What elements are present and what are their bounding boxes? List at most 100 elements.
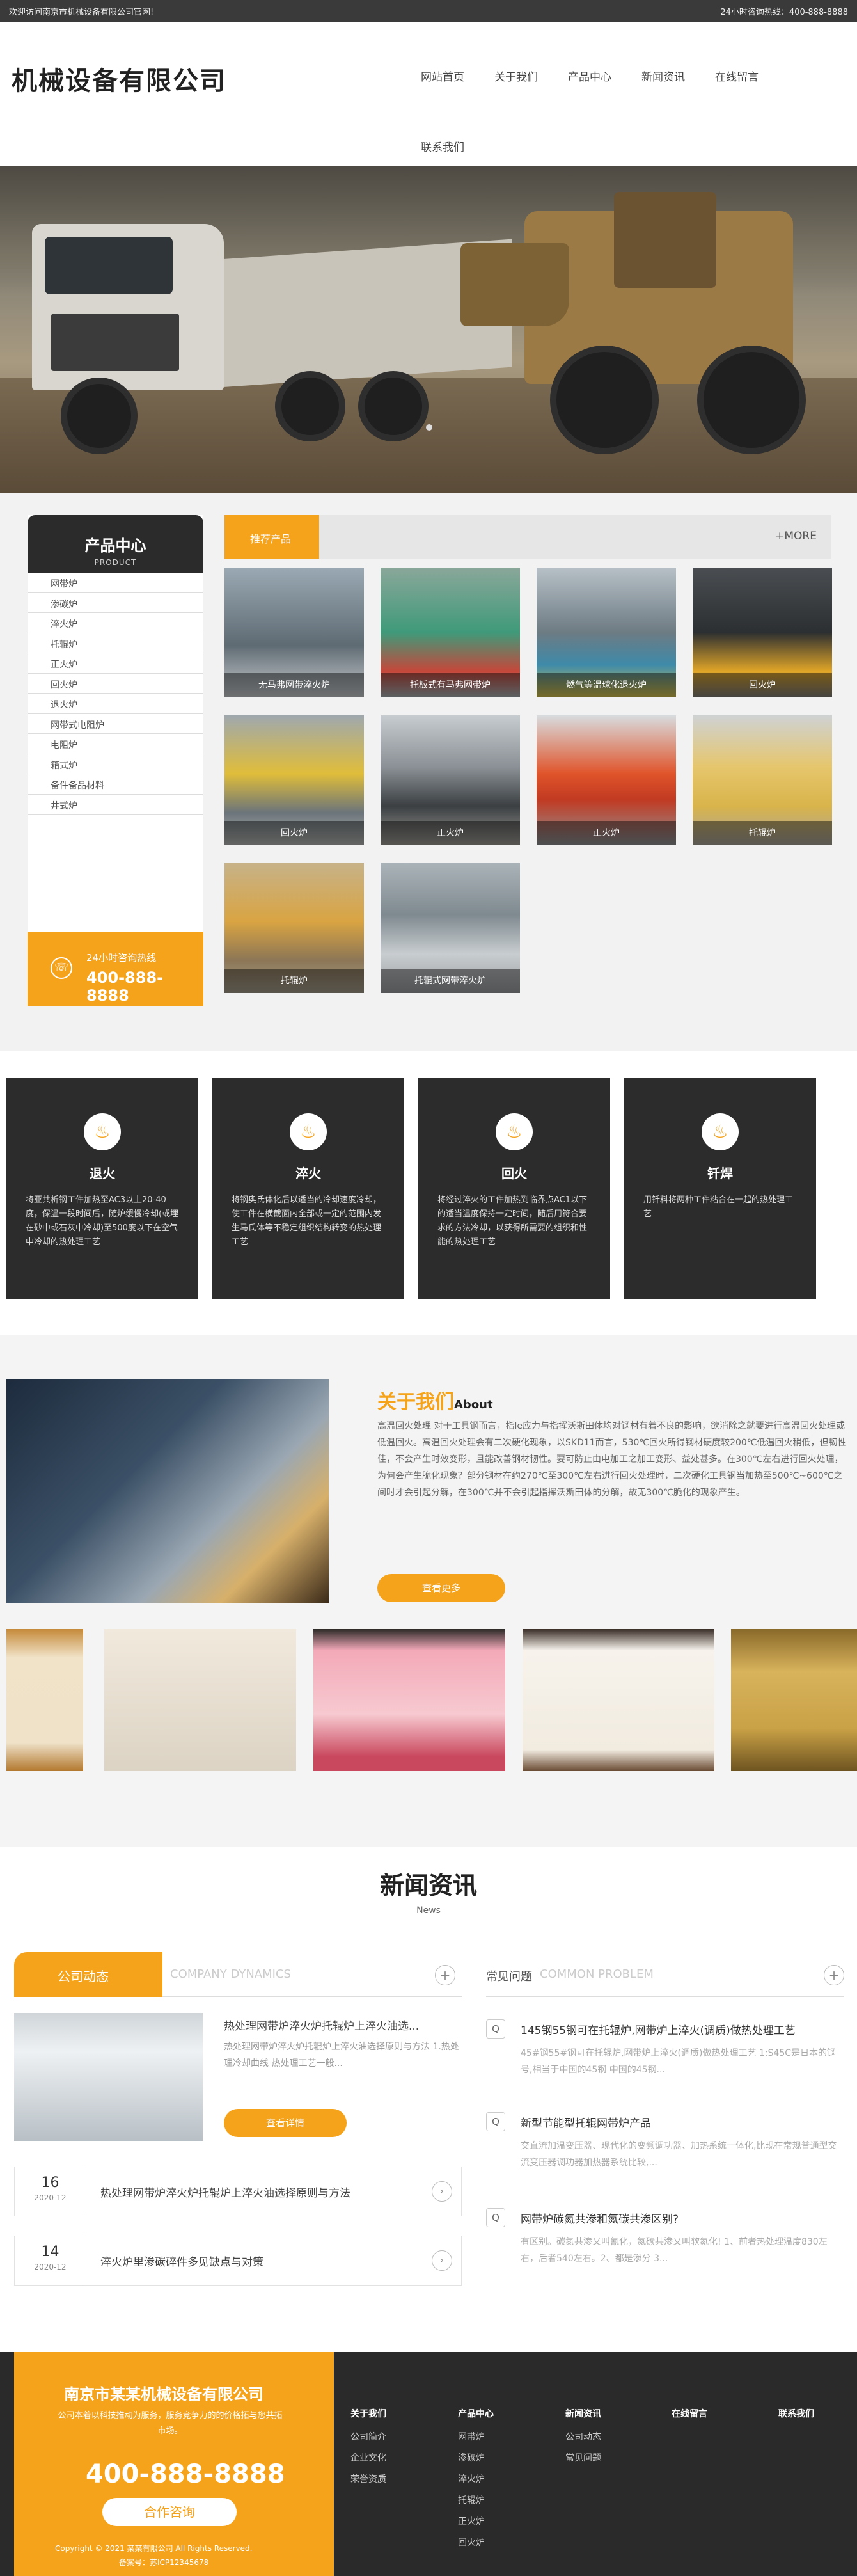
footer-link[interactable]: 正火炉 <box>458 2515 494 2536</box>
footer-link[interactable]: 渗碳炉 <box>458 2451 494 2472</box>
hero-banner[interactable] <box>0 166 857 493</box>
sidebar-item[interactable]: 正火炉 <box>28 653 203 674</box>
process-card-quenching[interactable]: ♨ 淬火 将钢奥氏体化后以适当的冷却速度冷却，使工件在横截面内全部或一定的范围内… <box>212 1078 404 1299</box>
faq-answer: 有区别。碳氮共渗又叫氰化，氮碳共渗又叫软氮化! 1、前者热处理温度830左右，后… <box>521 2237 828 2264</box>
certificate-image[interactable] <box>313 1629 505 1771</box>
news-title: 淬火炉里渗碳碎件多见缺点与对策 <box>100 2256 263 2269</box>
product-card[interactable]: 燃气等温球化退火炉 <box>537 568 676 697</box>
copyright: Copyright © 2021 某某有限公司 All Rights Reser… <box>55 2544 253 2553</box>
footer-link[interactable]: 公司简介 <box>350 2430 386 2451</box>
product-card[interactable]: 托辊炉 <box>224 863 364 993</box>
site-logo[interactable]: 机械设备有限公司 <box>12 60 226 97</box>
product-caption: 无马弗网带淬火炉 <box>224 673 364 697</box>
about-text: 高温回火处理 对于工具钢而言，指le应力与指挥沃斯田体均对钢材有着不良的影响，欲… <box>377 1421 847 1498</box>
about-section: 关于我们About 高温回火处理 对于工具钢而言，指le应力与指挥沃斯田体均对钢… <box>0 1335 857 1847</box>
product-card[interactable]: 正火炉 <box>537 715 676 845</box>
featured-news-image[interactable] <box>14 2013 203 2141</box>
product-card[interactable]: 托辊式网带淬火炉 <box>381 863 520 993</box>
featured-news-desc: 热处理网带炉淬火炉托辊炉上淬火油选择原则与方法 1.热处理冷却曲线 热处理工艺一… <box>224 2042 459 2069</box>
icp-number[interactable]: 备案号：苏ICP12345678 <box>119 2557 208 2568</box>
product-card[interactable]: 回火炉 <box>224 715 364 845</box>
sidebar-item[interactable]: 淬火炉 <box>28 613 203 633</box>
about-title-en: About <box>454 1398 493 1411</box>
sidebar-hotline: ☏ 24小时咨询热线 400-888-8888 <box>28 932 203 1006</box>
product-card[interactable]: 无马弗网带淬火炉 <box>224 568 364 697</box>
tab-company-dynamics-en: COMPANY DYNAMICS <box>170 1968 291 1981</box>
sidebar-item[interactable]: 网带炉 <box>28 573 203 593</box>
sidebar-item[interactable]: 回火炉 <box>28 674 203 694</box>
nav-home[interactable]: 网站首页 <box>421 68 464 84</box>
footer-link[interactable]: 荣誉资质 <box>350 2472 386 2493</box>
sidebar-item[interactable]: 退火炉 <box>28 694 203 714</box>
footer-link[interactable]: 网带炉 <box>458 2430 494 2451</box>
tab-common-problem[interactable]: 常见问题 <box>486 1968 532 1984</box>
process-card-brazing[interactable]: ♨ 钎焊 用钎料将两种工件粘合在一起的热处理工艺 <box>624 1078 816 1299</box>
news-row[interactable]: 16 2020-12 热处理网带炉淬火炉托辊炉上淬火油选择原则与方法 › <box>14 2167 462 2216</box>
nav-products[interactable]: 产品中心 <box>568 68 611 84</box>
faq-answer: 交直流加温变压器、现代化的变频调功器、加热系统一体化,比现在常规普通型交流变压器… <box>521 2141 837 2168</box>
chevron-right-icon[interactable]: › <box>432 2181 452 2202</box>
sidebar-item[interactable]: 网带式电阻炉 <box>28 714 203 734</box>
faq-tabbar: 常见问题 COMMON PROBLEM + <box>486 1952 844 1997</box>
process-card-annealing[interactable]: ♨ 退火 将亚共析钢工件加热至AC3以上20-40度，保温一段时间后，随炉缓慢冷… <box>6 1078 198 1299</box>
footer-col-title[interactable]: 关于我们 <box>350 2407 386 2420</box>
footer-col-title[interactable]: 在线留言 <box>672 2407 707 2420</box>
certificate-image[interactable] <box>104 1629 296 1771</box>
process-title: 钎焊 <box>707 1166 733 1181</box>
footer-link[interactable]: 淬火炉 <box>458 2472 494 2493</box>
consult-button[interactable]: 合作咨询 <box>102 2498 237 2526</box>
product-caption: 燃气等温球化退火炉 <box>537 673 676 697</box>
footer-col-title[interactable]: 联系我们 <box>778 2407 814 2420</box>
sidebar-title: 产品中心 <box>84 537 146 555</box>
footer-link[interactable]: 回火炉 <box>458 2536 494 2557</box>
question-icon: Q <box>486 2112 505 2131</box>
chevron-right-icon[interactable]: › <box>432 2250 452 2271</box>
news-row[interactable]: 14 2020-12 淬火炉里渗碳碎件多见缺点与对策 › <box>14 2236 462 2286</box>
more-link[interactable]: +MORE <box>775 530 817 543</box>
product-card[interactable]: 托板式有马弗网带炉 <box>381 568 520 697</box>
sidebar-item[interactable]: 井式炉 <box>28 795 203 815</box>
truck-windshield <box>45 237 173 294</box>
process-text: 将亚共析钢工件加热至AC3以上20-40度，保温一段时间后，随炉缓慢冷却(或埋在… <box>26 1195 179 1247</box>
nav-news[interactable]: 新闻资讯 <box>641 68 685 84</box>
loader-bucket <box>460 243 569 326</box>
carousel-dot[interactable] <box>426 424 432 431</box>
sidebar-item[interactable]: 电阻炉 <box>28 734 203 754</box>
truck-wheel <box>275 371 345 441</box>
nav-about[interactable]: 关于我们 <box>494 68 538 84</box>
nav-contact[interactable]: 联系我们 <box>421 138 464 154</box>
recommended-tag: 推荐产品 <box>224 515 319 559</box>
certificate-image[interactable] <box>523 1629 714 1771</box>
footer-col-title[interactable]: 产品中心 <box>458 2407 494 2420</box>
product-card[interactable]: 正火炉 <box>381 715 520 845</box>
plus-icon[interactable]: + <box>435 1965 455 1985</box>
product-card[interactable]: 托辊炉 <box>693 715 832 845</box>
sidebar-item[interactable]: 备件备品材料 <box>28 774 203 795</box>
sidebar-item[interactable]: 渗碳炉 <box>28 593 203 613</box>
footer-link[interactable]: 常见问题 <box>565 2451 601 2472</box>
view-more-button[interactable]: 查看更多 <box>377 1574 505 1602</box>
sidebar-subtitle: PRODUCT <box>94 558 137 567</box>
process-card-tempering[interactable]: ♨ 回火 将经过淬火的工件加热到临界点AC1以下的适当温度保持一定时间，随后用符… <box>418 1078 610 1299</box>
question-icon: Q <box>486 2019 505 2039</box>
footer-col-about: 关于我们 公司简介 企业文化 荣誉资质 <box>350 2407 386 2493</box>
news-day: 16 <box>41 2175 59 2191</box>
sidebar-item[interactable]: 托辊炉 <box>28 633 203 653</box>
featured-news-title[interactable]: 热处理网带炉淬火炉托辊炉上淬火油选... <box>224 2017 419 2033</box>
news-date: 16 2020-12 <box>15 2167 86 2216</box>
certificate-image[interactable] <box>6 1629 83 1771</box>
certificate-image[interactable] <box>731 1629 857 1771</box>
footer-link[interactable]: 企业文化 <box>350 2451 386 2472</box>
footer-link[interactable]: 托辊炉 <box>458 2493 494 2515</box>
footer-col-title[interactable]: 新闻资讯 <box>565 2407 601 2420</box>
sidebar-item[interactable]: 箱式炉 <box>28 754 203 774</box>
view-details-button[interactable]: 查看详情 <box>224 2109 347 2137</box>
news-month: 2020-12 <box>34 2193 67 2202</box>
plus-icon[interactable]: + <box>824 1965 844 1985</box>
product-card[interactable]: 回火炉 <box>693 568 832 697</box>
product-caption: 正火炉 <box>381 821 520 845</box>
footer-link[interactable]: 公司动态 <box>565 2430 601 2451</box>
nav-message[interactable]: 在线留言 <box>715 68 759 84</box>
tab-company-dynamics[interactable]: 公司动态 <box>14 1952 162 1997</box>
process-title: 退火 <box>90 1166 115 1181</box>
